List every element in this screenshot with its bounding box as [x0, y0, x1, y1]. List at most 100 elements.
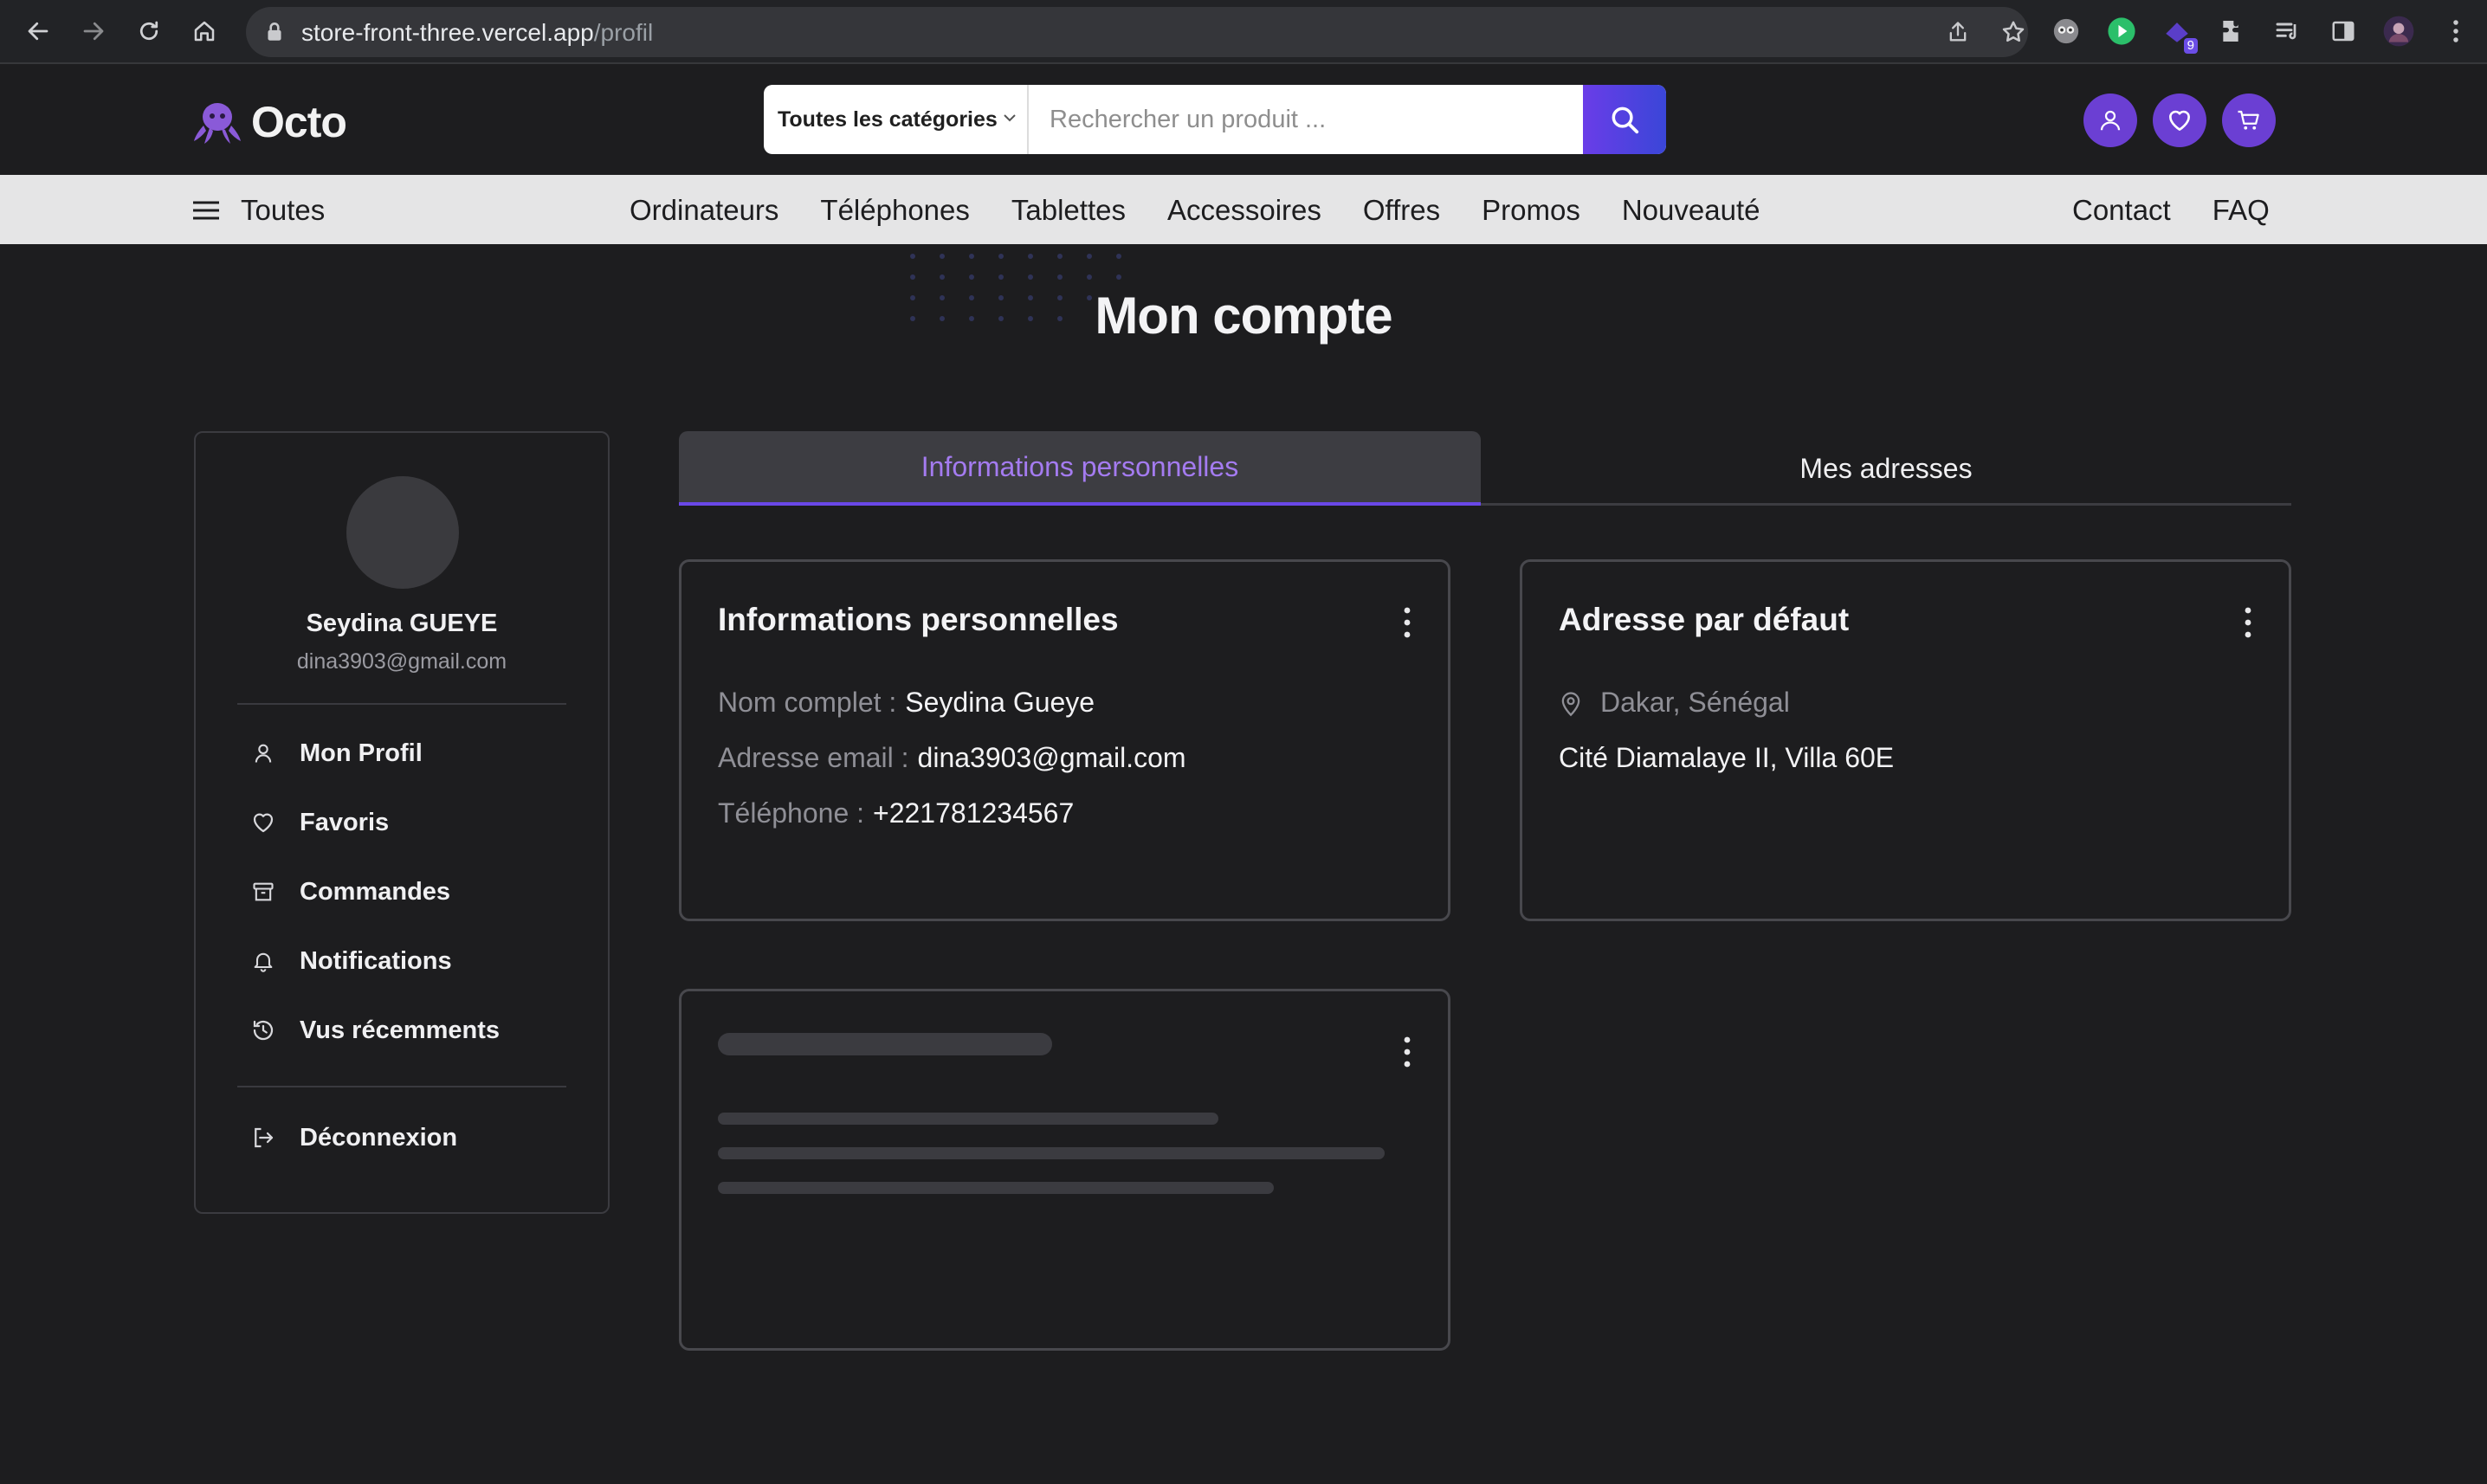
- heart-icon: [249, 809, 277, 836]
- skeleton-line: [718, 1113, 1218, 1125]
- info-label: Téléphone :: [718, 797, 865, 829]
- address-city: Dakar, Sénégal: [1600, 687, 1790, 718]
- nav-link-promos[interactable]: Promos: [1482, 194, 1580, 227]
- sidebar-item-mon-profil[interactable]: Mon Profil: [249, 734, 423, 772]
- user-email: dina3903@gmail.com: [296, 649, 507, 674]
- page-title: Mon compte: [1095, 287, 1392, 345]
- nav-link-offres[interactable]: Offres: [1363, 194, 1440, 227]
- history-icon: [249, 1016, 277, 1044]
- info-row-name: Nom complet : Seydina Gueye: [718, 687, 1095, 719]
- more-options-icon[interactable]: [2242, 605, 2254, 640]
- octopus-logo-icon: [192, 100, 242, 145]
- search-input[interactable]: Rechercher un produit ...: [1029, 85, 1583, 154]
- logout-icon: [249, 1124, 277, 1152]
- more-options-icon[interactable]: [1401, 605, 1413, 640]
- tab-label: Mes adresses: [1799, 452, 1973, 484]
- account-button[interactable]: [2083, 94, 2137, 147]
- side-panel-icon[interactable]: [2326, 14, 2361, 48]
- sidebar-item-label: Commandes: [300, 877, 451, 906]
- kebab-menu-icon[interactable]: [2439, 14, 2473, 48]
- info-value: Seydina Gueye: [905, 687, 1095, 718]
- search-icon: [1608, 103, 1641, 136]
- browser-toolbar: store-front-three.vercel.app/profil 9: [0, 0, 2487, 64]
- logo-text: Octo: [251, 98, 347, 146]
- lock-icon: [263, 20, 286, 44]
- back-icon[interactable]: [19, 12, 57, 50]
- category-select-value: Toutes les catégories: [778, 106, 998, 132]
- category-nav: Toutes Ordinateurs Téléphones Tablettes …: [0, 175, 2487, 244]
- search-placeholder: Rechercher un produit ...: [1050, 105, 1327, 133]
- location-pin-icon: [1559, 689, 1583, 717]
- logout-label: Déconnexion: [300, 1123, 458, 1152]
- user-icon: [2097, 107, 2123, 133]
- tab-mes-adresses[interactable]: Mes adresses: [1481, 431, 2291, 506]
- info-value: dina3903@gmail.com: [917, 742, 1186, 773]
- sidebar-item-label: Mon Profil: [300, 739, 423, 767]
- bookmark-star-icon[interactable]: [1999, 17, 2028, 47]
- nav-link-nouveaute[interactable]: Nouveauté: [1622, 194, 1760, 227]
- profile-sidebar: Seydina GUEYE dina3903@gmail.com Mon Pro…: [194, 431, 610, 1214]
- reading-list-icon[interactable]: [2271, 14, 2305, 48]
- card-title: Informations personnelles: [718, 602, 1119, 637]
- url-text: store-front-three.vercel.app/profil: [301, 19, 654, 46]
- personal-info-card: Informations personnelles Nom complet : S…: [679, 559, 1450, 921]
- nav-link-accessoires[interactable]: Accessoires: [1167, 194, 1321, 227]
- hamburger-icon: [192, 200, 220, 221]
- puzzle-icon[interactable]: [2215, 14, 2250, 48]
- category-select[interactable]: Toutes les catégories: [764, 85, 1029, 154]
- search-bar: Toutes les catégories Rechercher un prod…: [764, 85, 1666, 154]
- archive-icon: [249, 878, 277, 906]
- address-street: Cité Diamalaye II, Villa 60E: [1559, 742, 1895, 773]
- share-icon[interactable]: [1943, 17, 1973, 47]
- sidebar-item-notifications[interactable]: Notifications: [249, 942, 452, 980]
- home-icon[interactable]: [185, 12, 223, 50]
- address-city-row: Dakar, Sénégal: [1559, 687, 1790, 719]
- logout-button[interactable]: Déconnexion: [249, 1119, 457, 1157]
- avatar: [346, 476, 459, 589]
- sidebar-item-label: Favoris: [300, 808, 390, 836]
- cart-icon: [2236, 107, 2262, 133]
- address-bar[interactable]: store-front-three.vercel.app/profil: [246, 7, 2028, 57]
- heart-icon: [2166, 106, 2193, 134]
- nav-link-telephones[interactable]: Téléphones: [820, 194, 969, 227]
- default-address-card: Adresse par défaut Dakar, Sénégal Cité D…: [1520, 559, 2291, 921]
- cart-button[interactable]: [2222, 94, 2276, 147]
- sidebar-divider: [237, 1086, 566, 1087]
- info-row-email: Adresse email : dina3903@gmail.com: [718, 742, 1186, 774]
- tab-label: Informations personnelles: [921, 450, 1239, 482]
- account-tabs: Informations personnelles Mes adresses: [679, 431, 2291, 506]
- loading-skeleton-card: [679, 989, 1450, 1351]
- wishlist-button[interactable]: [2153, 94, 2206, 147]
- info-label: Adresse email :: [718, 742, 909, 773]
- all-categories-button[interactable]: Toutes: [192, 194, 325, 227]
- site-header: Octo Toutes les catégories Rechercher un…: [0, 64, 2487, 175]
- sidebar-item-favoris[interactable]: Favoris: [249, 803, 389, 842]
- reload-icon[interactable]: [130, 12, 168, 50]
- sidebar-item-commandes[interactable]: Commandes: [249, 873, 450, 911]
- search-button[interactable]: [1583, 85, 1666, 154]
- user-name: Seydina GUEYE: [306, 610, 498, 637]
- extension-mask-icon[interactable]: [2049, 14, 2083, 48]
- skeleton-line: [718, 1147, 1385, 1159]
- sidebar-item-vus-recemments[interactable]: Vus récemments: [249, 1011, 500, 1049]
- info-value: +221781234567: [873, 797, 1075, 829]
- nav-link-contact[interactable]: Contact: [2072, 194, 2171, 227]
- browser-profile-avatar[interactable]: [2381, 14, 2416, 48]
- tab-informations-personnelles[interactable]: Informations personnelles: [679, 431, 1481, 506]
- forward-icon[interactable]: [74, 12, 113, 50]
- chevron-down-icon: [1003, 113, 1017, 123]
- extension-play-icon[interactable]: [2104, 14, 2139, 48]
- extension-badge-icon[interactable]: 9: [2160, 14, 2198, 54]
- category-links: Ordinateurs Téléphones Tablettes Accesso…: [630, 194, 1760, 227]
- skeleton-line: [718, 1182, 1274, 1194]
- info-row-phone: Téléphone : +221781234567: [718, 797, 1074, 829]
- nav-link-faq[interactable]: FAQ: [2212, 194, 2270, 227]
- more-options-icon[interactable]: [1401, 1035, 1413, 1069]
- site-logo[interactable]: Octo: [192, 97, 347, 147]
- skeleton-title: [718, 1033, 1052, 1055]
- help-links: Contact FAQ: [2072, 194, 2270, 227]
- user-icon: [249, 739, 277, 767]
- nav-link-tablettes[interactable]: Tablettes: [1011, 194, 1126, 227]
- nav-link-ordinateurs[interactable]: Ordinateurs: [630, 194, 778, 227]
- sidebar-item-label: Notifications: [300, 946, 452, 975]
